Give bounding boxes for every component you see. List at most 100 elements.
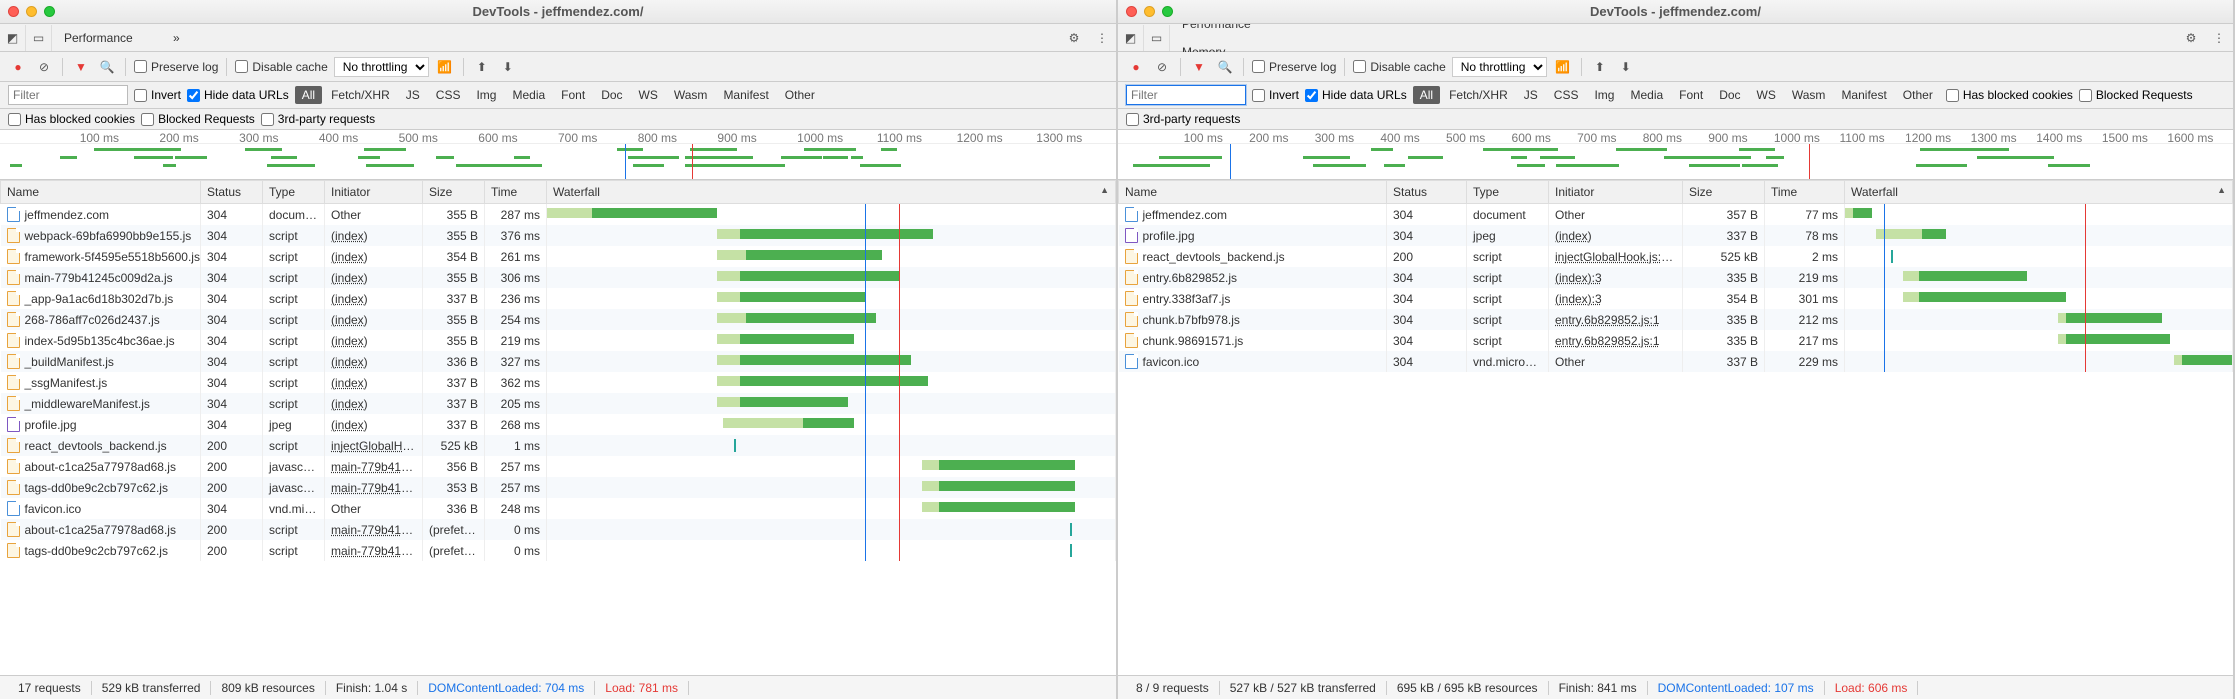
request-row[interactable]: _app-9a1ac6d18b302d7b.js304script(index)… xyxy=(1,288,1116,309)
third-party-checkbox[interactable]: 3rd-party requests xyxy=(261,112,375,126)
column-name[interactable]: Name xyxy=(1,181,201,204)
clear-icon[interactable]: ⊘ xyxy=(1152,57,1172,77)
column-name[interactable]: Name xyxy=(1119,181,1387,204)
overflow-tabs[interactable]: » xyxy=(161,24,192,52)
invert-checkbox[interactable]: Invert xyxy=(134,88,181,102)
type-filter-all[interactable]: All xyxy=(295,86,322,104)
third-party-checkbox[interactable]: 3rd-party requests xyxy=(1126,112,1240,126)
close-icon[interactable] xyxy=(8,6,19,17)
type-filter-manifest[interactable]: Manifest xyxy=(716,86,775,104)
column-status[interactable]: Status xyxy=(1387,181,1467,204)
request-initiator[interactable]: entry.6b829852.js:1 xyxy=(1549,330,1683,351)
import-icon[interactable]: ⬆ xyxy=(1590,57,1610,77)
preserve-log-checkbox[interactable]: Preserve log xyxy=(1252,60,1336,74)
type-filter-font[interactable]: Font xyxy=(554,86,592,104)
minimize-icon[interactable] xyxy=(1144,6,1155,17)
column-size[interactable]: Size xyxy=(1683,181,1765,204)
inspect-icon[interactable]: ◩ xyxy=(1118,25,1144,51)
network-conditions-icon[interactable]: 📶 xyxy=(435,57,455,77)
close-icon[interactable] xyxy=(1126,6,1137,17)
type-filter-all[interactable]: All xyxy=(1413,86,1440,104)
device-toggle-icon[interactable]: ▭ xyxy=(26,25,52,51)
request-row[interactable]: jeffmendez.com304documentOther355 B287 m… xyxy=(1,204,1116,226)
zoom-icon[interactable] xyxy=(44,6,55,17)
request-row[interactable]: webpack-69bfa6990bb9e155.js304script(ind… xyxy=(1,225,1116,246)
blocked-requests-checkbox[interactable]: Blocked Requests xyxy=(141,112,255,126)
filter-input[interactable] xyxy=(1126,85,1246,105)
request-initiator[interactable]: (index) xyxy=(325,372,423,393)
column-type[interactable]: Type xyxy=(1467,181,1549,204)
type-filter-ws[interactable]: WS xyxy=(632,86,665,104)
settings-icon[interactable]: ⚙ xyxy=(1060,31,1088,45)
request-initiator[interactable]: main-779b41245c00… xyxy=(325,519,423,540)
search-icon[interactable]: 🔍 xyxy=(1215,57,1235,77)
request-row[interactable]: tags-dd0be9c2cb797c62.js200scriptmain-77… xyxy=(1,540,1116,561)
request-initiator[interactable]: (index) xyxy=(325,309,423,330)
type-filter-fetchxhr[interactable]: Fetch/XHR xyxy=(324,86,397,104)
tab-performance[interactable]: Performance xyxy=(52,24,161,52)
hide-data-urls-checkbox[interactable]: Hide data URLs xyxy=(1305,88,1407,102)
network-conditions-icon[interactable]: 📶 xyxy=(1553,57,1573,77)
blocked-cookies-checkbox[interactable]: Has blocked cookies xyxy=(1946,88,2073,102)
settings-icon[interactable]: ⚙ xyxy=(2177,31,2205,45)
request-initiator[interactable]: (index) xyxy=(325,330,423,351)
device-toggle-icon[interactable]: ▭ xyxy=(1144,25,1170,51)
type-filter-wasm[interactable]: Wasm xyxy=(1785,86,1833,104)
column-initiator[interactable]: Initiator xyxy=(325,181,423,204)
column-size[interactable]: Size xyxy=(423,181,485,204)
request-row[interactable]: profile.jpg304jpeg(index)337 B268 ms xyxy=(1,414,1116,435)
type-filter-img[interactable]: Img xyxy=(1587,86,1621,104)
request-row[interactable]: jeffmendez.com304documentOther357 B77 ms xyxy=(1119,204,2233,226)
column-time[interactable]: Time xyxy=(1765,181,1845,204)
more-icon[interactable]: ⋮ xyxy=(1088,31,1116,45)
type-filter-media[interactable]: Media xyxy=(1623,86,1670,104)
preserve-log-checkbox[interactable]: Preserve log xyxy=(134,60,218,74)
column-waterfall[interactable]: Waterfall xyxy=(1845,181,2233,204)
request-initiator[interactable]: main-779b41245c00… xyxy=(325,540,423,561)
request-initiator[interactable]: (index) xyxy=(325,288,423,309)
request-initiator[interactable]: (index) xyxy=(325,351,423,372)
request-row[interactable]: 268-786aff7c026d2437.js304script(index)3… xyxy=(1,309,1116,330)
request-row[interactable]: favicon.ico304vnd.micro…Other336 B248 ms xyxy=(1,498,1116,519)
type-filter-font[interactable]: Font xyxy=(1672,86,1710,104)
request-initiator[interactable]: (index):3 xyxy=(1549,267,1683,288)
throttling-select[interactable]: No throttling xyxy=(334,57,429,77)
export-icon[interactable]: ⬇ xyxy=(498,57,518,77)
search-icon[interactable]: 🔍 xyxy=(97,57,117,77)
timeline-overview[interactable]: 100 ms200 ms300 ms400 ms500 ms600 ms700 … xyxy=(0,130,1116,180)
type-filter-js[interactable]: JS xyxy=(399,86,427,104)
record-icon[interactable]: ● xyxy=(1126,57,1146,77)
column-type[interactable]: Type xyxy=(263,181,325,204)
more-icon[interactable]: ⋮ xyxy=(2205,31,2233,45)
type-filter-doc[interactable]: Doc xyxy=(594,86,629,104)
request-row[interactable]: _middlewareManifest.js304script(index)33… xyxy=(1,393,1116,414)
request-initiator[interactable]: (index) xyxy=(325,414,423,435)
request-initiator[interactable]: (index) xyxy=(325,225,423,246)
request-row[interactable]: profile.jpg304jpeg(index)337 B78 ms xyxy=(1119,225,2233,246)
clear-icon[interactable]: ⊘ xyxy=(34,57,54,77)
column-waterfall[interactable]: Waterfall xyxy=(547,181,1116,204)
filter-icon[interactable]: ▼ xyxy=(71,57,91,77)
inspect-icon[interactable]: ◩ xyxy=(0,25,26,51)
request-row[interactable]: react_devtools_backend.js200scriptinject… xyxy=(1119,246,2233,267)
type-filter-doc[interactable]: Doc xyxy=(1712,86,1747,104)
request-row[interactable]: chunk.98691571.js304scriptentry.6b829852… xyxy=(1119,330,2233,351)
request-row[interactable]: _ssgManifest.js304script(index)337 B362 … xyxy=(1,372,1116,393)
disable-cache-checkbox[interactable]: Disable cache xyxy=(235,60,327,74)
hide-data-urls-checkbox[interactable]: Hide data URLs xyxy=(187,88,289,102)
type-filter-fetchxhr[interactable]: Fetch/XHR xyxy=(1442,86,1515,104)
request-initiator[interactable]: entry.6b829852.js:1 xyxy=(1549,309,1683,330)
blocked-requests-checkbox[interactable]: Blocked Requests xyxy=(2079,88,2193,102)
request-initiator[interactable]: (index):3 xyxy=(1549,288,1683,309)
invert-checkbox[interactable]: Invert xyxy=(1252,88,1299,102)
type-filter-js[interactable]: JS xyxy=(1517,86,1545,104)
request-row[interactable]: about-c1ca25a77978ad68.js200javascriptma… xyxy=(1,456,1116,477)
request-row[interactable]: _buildManifest.js304script(index)336 B32… xyxy=(1,351,1116,372)
export-icon[interactable]: ⬇ xyxy=(1616,57,1636,77)
request-initiator[interactable]: main-779b41245c00… xyxy=(325,456,423,477)
type-filter-other[interactable]: Other xyxy=(1896,86,1940,104)
column-initiator[interactable]: Initiator xyxy=(1549,181,1683,204)
filter-icon[interactable]: ▼ xyxy=(1189,57,1209,77)
disable-cache-checkbox[interactable]: Disable cache xyxy=(1353,60,1445,74)
column-status[interactable]: Status xyxy=(201,181,263,204)
